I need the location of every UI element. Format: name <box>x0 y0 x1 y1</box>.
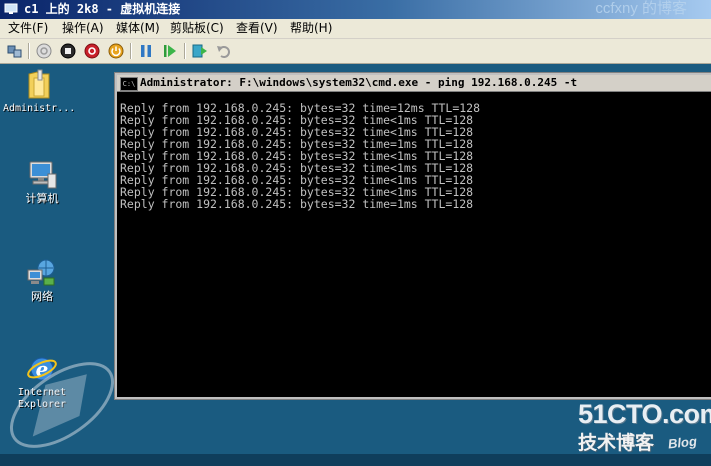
window-title: c1 上的 2k8 - 虚拟机连接 <box>24 2 181 16</box>
menu-action[interactable]: 操作(A) <box>62 21 104 36</box>
toolbar-separator <box>130 43 132 59</box>
network-icon <box>27 259 55 286</box>
vm-connection-window: c1 上的 2k8 - 虚拟机连接 ccfxny 的博客 文件(F) 操作(A)… <box>0 0 711 466</box>
desktop-icon-label: 网络 <box>31 290 53 303</box>
desktop-icon-administrator[interactable]: Administr... <box>3 68 75 115</box>
user-folder-icon <box>28 69 50 99</box>
pause-icon[interactable] <box>137 42 155 60</box>
desktop-icon-network[interactable]: 网络 <box>6 258 78 303</box>
computer-icon <box>29 161 57 189</box>
toolbar-separator <box>28 43 30 59</box>
menu-media[interactable]: 媒体(M) <box>116 21 160 36</box>
shutdown-icon[interactable] <box>83 42 101 60</box>
revert-icon[interactable] <box>215 42 233 60</box>
site-watermark: 51CTO.com <box>578 399 711 429</box>
site-watermark-blog: Blog <box>667 433 698 452</box>
toolbar-separator <box>184 43 186 59</box>
blog-watermark: ccfxny 的博客 <box>595 0 687 17</box>
desktop-icon-label: 计算机 <box>25 192 59 205</box>
snapshot-icon[interactable] <box>191 42 209 60</box>
start-icon[interactable] <box>35 42 53 60</box>
seal-watermark-icon <box>9 362 115 448</box>
power-icon[interactable] <box>107 42 125 60</box>
site-watermark-subtitle: 技术博客 <box>578 432 655 454</box>
console-line: Reply from 192.168.0.245: bytes=32 time=… <box>120 197 474 211</box>
menu-help[interactable]: 帮助(H) <box>290 21 332 36</box>
menu-clipboard[interactable]: 剪贴板(C) <box>170 21 224 36</box>
desktop-icon-label: Administr... <box>3 103 76 114</box>
desktop-icon-computer[interactable]: 计算机 <box>6 160 78 205</box>
menu-bar: 文件(F) 操作(A) 媒体(M) 剪贴板(C) 查看(V) 帮助(H) <box>0 19 711 39</box>
title-bar[interactable]: c1 上的 2k8 - 虚拟机连接 ccfxny 的博客 <box>0 0 711 19</box>
resume-icon[interactable] <box>161 42 179 60</box>
cmd-title-bar[interactable]: C:\ Administrator: F:\windows\system32\c… <box>117 75 711 92</box>
turn-off-icon[interactable] <box>59 42 77 60</box>
ctrl-alt-del-icon[interactable] <box>6 42 24 60</box>
cmd-window[interactable]: C:\ Administrator: F:\windows\system32\c… <box>114 72 711 400</box>
cmd-title: Administrator: F:\windows\system32\cmd.e… <box>140 76 578 89</box>
menu-view[interactable]: 查看(V) <box>236 21 278 36</box>
cmd-icon: C:\ <box>120 77 138 91</box>
toolbar <box>0 39 711 64</box>
console-output[interactable]: Reply from 192.168.0.245: bytes=32 time=… <box>117 92 711 397</box>
monitor-icon <box>4 3 18 14</box>
menu-file[interactable]: 文件(F) <box>8 21 48 36</box>
